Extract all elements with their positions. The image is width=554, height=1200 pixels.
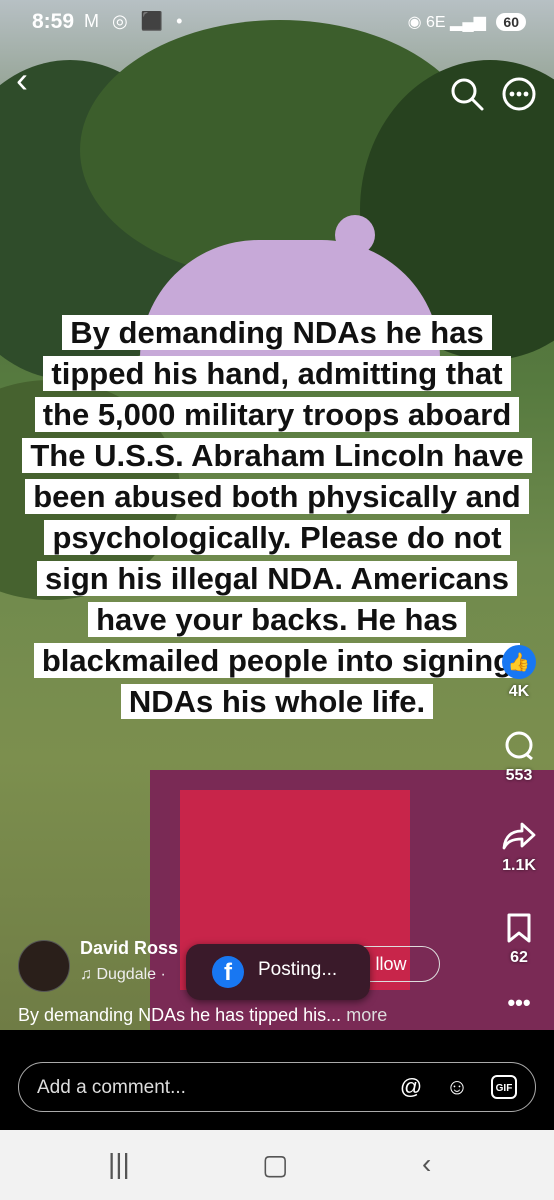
- back-nav-icon[interactable]: ‹: [422, 1148, 431, 1180]
- facebook-icon: f: [212, 956, 244, 988]
- more-link[interactable]: more: [346, 1005, 387, 1025]
- avatar[interactable]: [18, 940, 70, 992]
- posting-toast: f Posting...: [186, 944, 370, 1000]
- share-count: 1.1K: [502, 857, 536, 874]
- like-count: 4K: [508, 683, 530, 700]
- mention-icon[interactable]: @: [397, 1073, 425, 1101]
- system-navigation-bar: ||| ▢ ‹: [0, 1130, 554, 1200]
- more-icon: [502, 77, 536, 111]
- toast-text: Posting...: [258, 959, 338, 980]
- save-count: 62: [510, 949, 528, 966]
- more-options-button[interactable]: [501, 76, 537, 112]
- share-icon: [502, 822, 536, 850]
- comment-count: 553: [505, 767, 533, 784]
- battery-icon: 60: [496, 13, 526, 31]
- music-note-icon: ♫: [80, 966, 92, 983]
- comment-action[interactable]: 553: [490, 730, 548, 785]
- status-notification-icons: M ◎ ⬛ •: [84, 11, 187, 31]
- caption-text: By demanding NDAs he has tipped his hand…: [22, 315, 532, 719]
- music-label[interactable]: ♫ Dugdale ·: [80, 966, 166, 984]
- comment-input[interactable]: Add a comment... @ ☺ GIF: [18, 1062, 536, 1112]
- save-action[interactable]: 62: [490, 912, 548, 967]
- status-right: ◉ 6E ▂▄▆ 60: [408, 12, 526, 32]
- status-bar: 8:59 M ◎ ⬛ • ◉ 6E ▂▄▆ 60: [0, 0, 554, 46]
- search-icon: [451, 78, 484, 111]
- comment-icon: [505, 731, 533, 761]
- share-action[interactable]: 1.1K: [490, 820, 548, 875]
- recent-apps-icon[interactable]: |||: [108, 1148, 130, 1180]
- more-actions-icon[interactable]: •••: [490, 990, 548, 1016]
- status-time: 8:59: [32, 10, 75, 33]
- caption-overlay: By demanding NDAs he has tipped his hand…: [20, 312, 534, 722]
- description-text: By demanding NDAs he has tipped his...: [18, 1005, 342, 1025]
- post-description[interactable]: By demanding NDAs he has tipped his... m…: [18, 1005, 387, 1026]
- comment-placeholder: Add a comment...: [37, 1077, 186, 1098]
- like-icon: 👍: [502, 645, 536, 679]
- author-name[interactable]: David Ross: [80, 938, 178, 959]
- search-button[interactable]: [449, 76, 485, 112]
- network-label: 6E: [425, 14, 446, 31]
- bookmark-icon: [507, 913, 531, 943]
- like-action[interactable]: 👍 4K: [490, 645, 548, 701]
- signal-icon: ▂▄▆: [450, 14, 486, 31]
- home-icon[interactable]: ▢: [262, 1148, 288, 1181]
- gif-icon[interactable]: GIF: [491, 1075, 517, 1099]
- wifi-icon: ◉: [407, 14, 422, 31]
- back-button[interactable]: ‹: [16, 62, 46, 98]
- emoji-icon[interactable]: ☺: [443, 1073, 471, 1101]
- music-name: Dugdale ·: [96, 966, 166, 983]
